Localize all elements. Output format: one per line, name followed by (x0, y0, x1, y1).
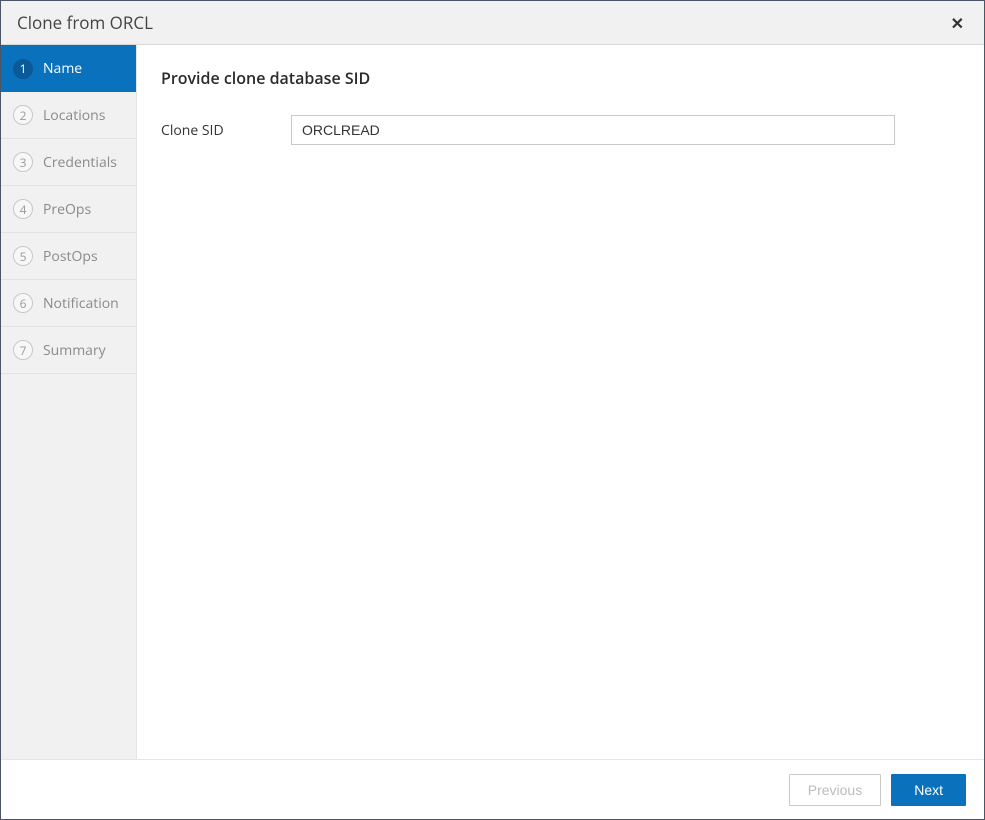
close-icon[interactable]: ✕ (947, 8, 968, 38)
next-button[interactable]: Next (891, 774, 966, 806)
sidebar-item-notification[interactable]: 6 Notification (1, 280, 136, 327)
step-label: Name (43, 59, 124, 78)
clone-dialog: Clone from ORCL ✕ 1 Name 2 Locations 3 C… (0, 0, 985, 820)
step-label: Locations (43, 106, 124, 125)
sidebar-item-summary[interactable]: 7 Summary (1, 327, 136, 374)
step-badge: 5 (13, 246, 33, 266)
step-badge: 2 (13, 105, 33, 125)
sidebar-item-credentials[interactable]: 3 Credentials (1, 139, 136, 186)
sidebar-item-postops[interactable]: 5 PostOps (1, 233, 136, 280)
dialog-header: Clone from ORCL ✕ (1, 1, 984, 45)
step-label: Notification (43, 294, 124, 313)
previous-button[interactable]: Previous (789, 774, 881, 806)
clone-sid-input[interactable] (291, 115, 895, 145)
sidebar-item-preops[interactable]: 4 PreOps (1, 186, 136, 233)
sidebar-item-name[interactable]: 1 Name (1, 45, 136, 92)
dialog-footer: Previous Next (1, 759, 984, 819)
step-badge: 4 (13, 199, 33, 219)
step-badge: 1 (13, 59, 33, 79)
sidebar-item-locations[interactable]: 2 Locations (1, 92, 136, 139)
dialog-title: Clone from ORCL (17, 11, 153, 34)
form-row-clone-sid: Clone SID (161, 115, 960, 145)
step-label: PreOps (43, 200, 124, 219)
step-badge: 7 (13, 340, 33, 360)
main-panel: Provide clone database SID Clone SID (137, 45, 984, 759)
step-label: PostOps (43, 247, 124, 266)
step-label: Credentials (43, 153, 124, 172)
wizard-sidebar: 1 Name 2 Locations 3 Credentials 4 PreOp… (1, 45, 137, 759)
step-badge: 6 (13, 293, 33, 313)
dialog-body: 1 Name 2 Locations 3 Credentials 4 PreOp… (1, 45, 984, 759)
clone-sid-label: Clone SID (161, 121, 291, 140)
step-label: Summary (43, 341, 124, 360)
step-badge: 3 (13, 152, 33, 172)
main-title: Provide clone database SID (161, 67, 960, 89)
